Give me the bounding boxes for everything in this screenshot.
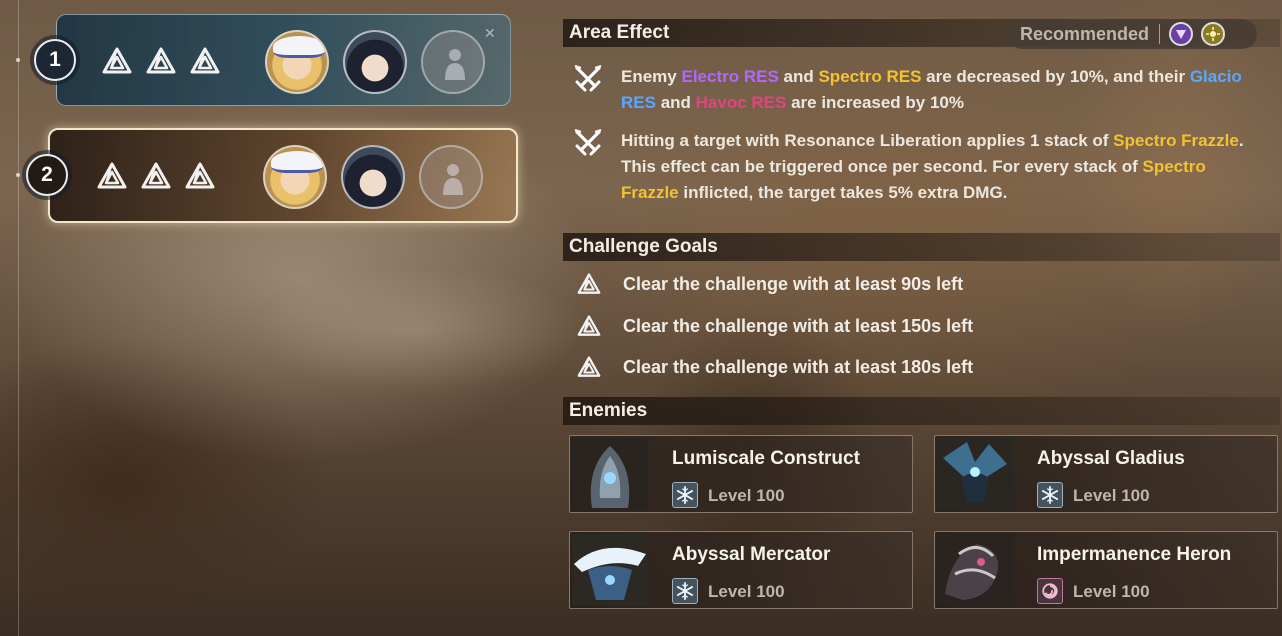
person-icon <box>443 46 467 80</box>
effect-description: Hitting a target with Resonance Liberati… <box>621 131 1244 202</box>
avatar[interactable] <box>263 145 327 209</box>
triangle-goal-icon <box>577 356 601 378</box>
team-avatars <box>265 30 485 94</box>
triangle-goal-icon <box>190 47 220 75</box>
enemy-portrait <box>937 534 1013 606</box>
triangle-goal-icon <box>577 315 601 337</box>
havoc-res-text: Havoc RES <box>695 93 787 112</box>
enemy-portrait <box>937 438 1013 510</box>
section-title: Area Effect <box>569 22 670 43</box>
electro-res-text: Electro RES <box>681 67 779 86</box>
challenge-goal-row: Clear the challenge with at least 90s le… <box>577 273 963 295</box>
spectro-icon <box>1201 22 1226 46</box>
spectro-frazzle-text: Spectro Frazzle <box>1113 131 1239 150</box>
goal-text: Clear the challenge with at least 90s le… <box>623 273 964 294</box>
area-effect-1: Enemy Electro RES and Spectro RES are de… <box>573 64 1253 116</box>
timeline-dot <box>16 58 20 62</box>
empty-slot-avatar[interactable] <box>419 145 483 209</box>
enemy-name: Impermanence Heron <box>1037 544 1232 565</box>
effect-description: Enemy Electro RES and Spectro RES are de… <box>621 67 1242 112</box>
triangle-goal-icon <box>102 47 132 75</box>
stage-goal-icons <box>102 47 220 75</box>
recommended-label: Recommended <box>1020 23 1150 44</box>
spectro-res-text: Spectro RES <box>818 67 922 86</box>
challenge-goal-row: Clear the challenge with at least 180s l… <box>577 356 973 378</box>
challenge-goal-row: Clear the challenge with at least 150s l… <box>577 315 973 337</box>
enemy-card[interactable]: Lumiscale Construct Level 100 <box>569 435 913 513</box>
stage-goal-icons <box>97 162 215 190</box>
enemies-header: Enemies <box>563 397 1280 425</box>
glacio-icon <box>1037 482 1063 508</box>
recommended-elements[interactable]: Recommended <box>1007 19 1257 49</box>
enemy-card[interactable]: Abyssal Gladius Level 100 <box>934 435 1278 513</box>
enemy-level: Level 100 <box>708 486 785 505</box>
section-title: Enemies <box>569 400 648 421</box>
stage-number: 2 <box>26 154 68 196</box>
triangle-goal-icon <box>146 47 176 75</box>
enemy-level: Level 100 <box>1073 486 1150 505</box>
triangle-goal-icon <box>141 162 171 190</box>
goal-text: Clear the challenge with at least 150s l… <box>623 315 974 336</box>
enemy-name: Abyssal Gladius <box>1037 448 1185 469</box>
enemy-portrait <box>572 438 648 510</box>
enemy-level: Level 100 <box>708 582 785 601</box>
close-icon: ✕ <box>484 25 496 41</box>
enemy-name: Abyssal Mercator <box>672 544 831 565</box>
avatar[interactable] <box>341 145 405 209</box>
enemy-portrait <box>572 534 648 606</box>
area-effect-2: Hitting a target with Resonance Liberati… <box>573 128 1253 206</box>
stage-number: 1 <box>34 39 76 81</box>
havoc-icon <box>1037 578 1063 604</box>
challenge-goals-header: Challenge Goals <box>563 233 1280 261</box>
glacio-icon <box>672 578 698 604</box>
enemy-card[interactable]: Impermanence Heron Level 100 <box>934 531 1278 609</box>
empty-slot-avatar[interactable] <box>421 30 485 94</box>
crossed-swords-icon <box>573 128 603 158</box>
section-title: Challenge Goals <box>569 236 718 257</box>
glacio-icon <box>672 482 698 508</box>
enemy-name: Lumiscale Construct <box>672 448 860 469</box>
timeline-dot <box>16 173 20 177</box>
crossed-swords-icon <box>573 64 603 94</box>
triangle-goal-icon <box>185 162 215 190</box>
stage-timeline <box>18 0 19 636</box>
avatar[interactable] <box>265 30 329 94</box>
enemy-level: Level 100 <box>1073 582 1150 601</box>
team-avatars <box>263 145 483 209</box>
triangle-goal-icon <box>97 162 127 190</box>
enemy-card[interactable]: Abyssal Mercator Level 100 <box>569 531 913 609</box>
avatar[interactable] <box>343 30 407 94</box>
goal-text: Clear the challenge with at least 180s l… <box>623 356 974 377</box>
electro-icon <box>1169 22 1194 46</box>
triangle-goal-icon <box>577 273 601 295</box>
person-icon <box>441 161 465 195</box>
